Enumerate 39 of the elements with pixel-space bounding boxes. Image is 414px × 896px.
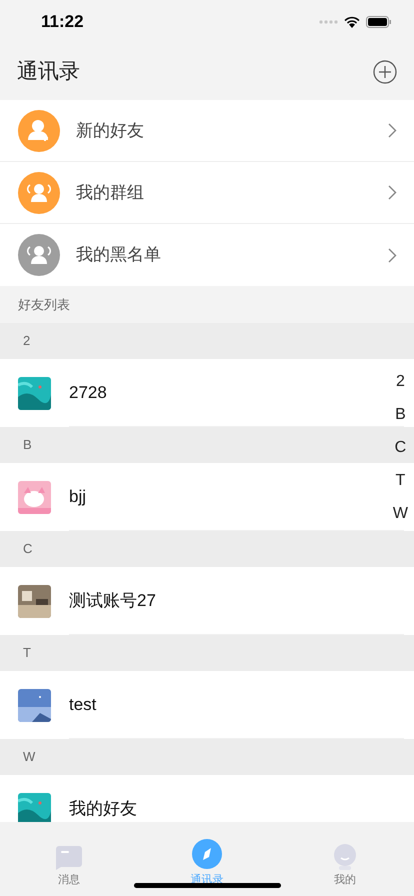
list-label: 好友列表 (18, 296, 70, 314)
index-letter[interactable]: T (396, 464, 406, 497)
chevron-right-icon (388, 185, 397, 200)
menu-item[interactable]: 新的好友 (0, 100, 414, 162)
chevron-right-icon (388, 123, 397, 138)
section-letter: W (23, 748, 36, 766)
status-time: 11:22 (41, 11, 84, 34)
menu-label: 我的群组 (76, 182, 145, 204)
menu-label: 我的黑名单 (76, 244, 162, 266)
chevron-right-icon (388, 248, 397, 262)
compass-icon (191, 838, 223, 870)
contact-name: bjj (69, 486, 86, 508)
section-letter: B (23, 436, 32, 454)
person-icon (333, 844, 357, 870)
chat-icon (56, 846, 82, 870)
contact-name: 我的好友 (69, 798, 137, 820)
contact-row[interactable]: test (0, 671, 414, 739)
contact-name: test (69, 694, 96, 716)
index-letter[interactable]: W (392, 497, 408, 530)
contact-name: 测试账号27 (69, 590, 156, 612)
tab[interactable]: 消息 (0, 822, 138, 896)
index-letter[interactable]: C (394, 431, 406, 464)
menu-item[interactable]: 我的群组 (0, 162, 414, 224)
section-letter: C (23, 540, 32, 558)
contact-row[interactable]: 我的好友 (0, 775, 414, 822)
add-button[interactable] (373, 60, 397, 84)
wifi-icon (344, 16, 360, 28)
section-letter: T (23, 644, 31, 662)
menu-item[interactable]: 我的黑名单 (0, 224, 414, 286)
signal-icon (319, 20, 338, 24)
page-title: 通讯录 (17, 59, 80, 86)
section-letter: 2 (23, 332, 30, 350)
battery-icon (366, 16, 392, 28)
index-letter[interactable]: 2 (396, 365, 405, 398)
tab[interactable]: 我的 (276, 822, 414, 896)
contact-name: 2728 (69, 382, 107, 404)
contact-row[interactable]: 测试账号27 (0, 567, 414, 635)
menu-label: 新的好友 (76, 120, 145, 142)
plus-circle-icon (373, 60, 397, 84)
